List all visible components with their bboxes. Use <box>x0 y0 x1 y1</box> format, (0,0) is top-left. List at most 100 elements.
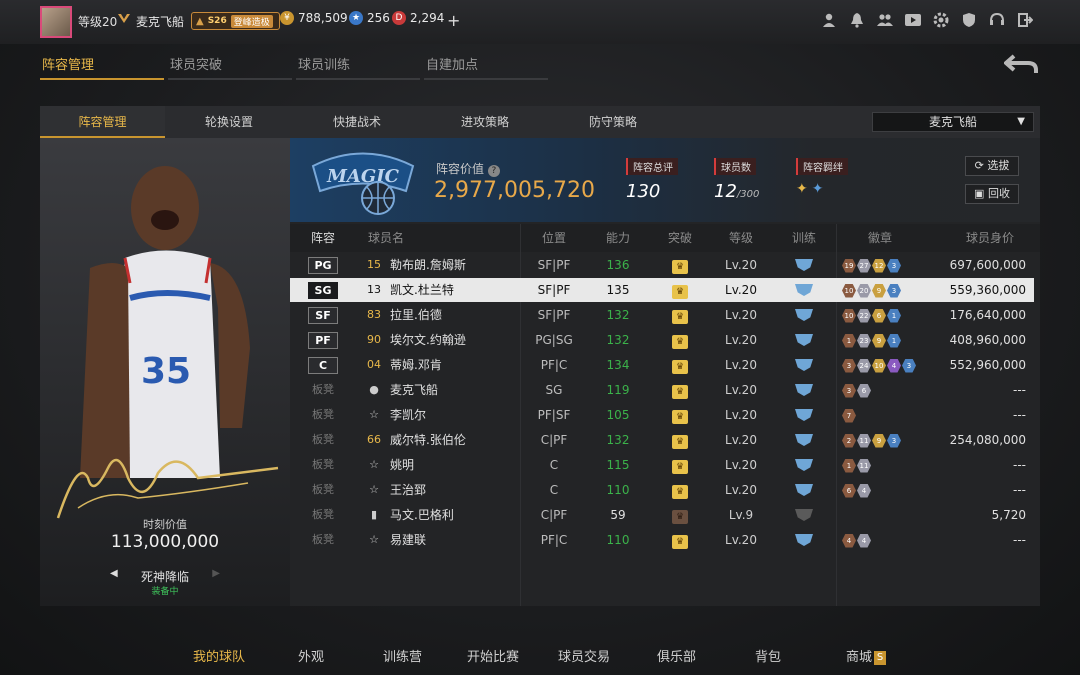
breakthrough-cell[interactable]: ♛ <box>652 253 708 277</box>
player-value: 559,360,000 <box>949 283 1026 297</box>
avatar[interactable] <box>40 6 72 38</box>
shield-icon[interactable] <box>960 12 978 30</box>
breakthrough-cell[interactable]: ♛ <box>652 528 708 552</box>
bond-icons[interactable]: ✦ ✦ <box>796 181 848 197</box>
badges-cell[interactable]: 44 <box>842 528 924 552</box>
bond-stat: 阵容羁绊 ✦ ✦ <box>796 158 848 197</box>
training-cell[interactable] <box>780 453 828 477</box>
tab-lineup[interactable]: 阵容管理 <box>40 54 164 80</box>
training-cell[interactable] <box>780 478 828 502</box>
breakthrough-cell[interactable]: ♛ <box>652 453 708 477</box>
table-row[interactable]: 板凳 66 威尔特.张伯伦 C|PF 132 ♛ Lv.20 2 11 9 3 254,080,000 <box>290 428 1034 452</box>
prev-skill-arrow-icon[interactable]: ◀ <box>110 568 118 579</box>
badges-cell[interactable]: 2 11 9 3 <box>842 428 924 452</box>
subtab-lineup[interactable]: 阵容管理 <box>40 106 165 138</box>
breakthrough-cell[interactable]: ♛ <box>652 478 708 502</box>
subtab-quick-tactics[interactable]: 快捷战术 <box>293 106 421 138</box>
breakthrough-cell[interactable]: ♛ <box>652 278 708 302</box>
badges-cell[interactable]: 36 <box>842 378 924 402</box>
player-ability: 115 <box>606 458 630 472</box>
table-row[interactable]: SF 83 拉里.伯德 SF|PF 132 ♛ Lv.20 10 22 6 1 176,640,000 <box>290 303 1034 327</box>
select-button[interactable]: ⟳ 选拔 <box>965 156 1019 176</box>
training-cell[interactable] <box>780 528 828 552</box>
add-currency-button[interactable]: + <box>447 11 460 30</box>
training-cell[interactable] <box>780 428 828 452</box>
bell-icon[interactable] <box>848 12 866 30</box>
player-level: Lv.20 <box>725 533 757 547</box>
recycle-button[interactable]: ▣ 回收 <box>965 184 1019 204</box>
training-cell[interactable] <box>780 378 828 402</box>
skill-selector[interactable]: ◀ 死神降临 ▶ <box>110 568 220 585</box>
training-cell[interactable] <box>780 503 828 527</box>
exit-icon[interactable] <box>1016 12 1034 30</box>
badges-cell[interactable]: 64 <box>842 478 924 502</box>
gear-icon[interactable] <box>932 12 950 30</box>
team-dropdown[interactable]: 麦克飞船 ▼ <box>872 112 1034 132</box>
breakthrough-cell[interactable]: ♛ <box>652 428 708 452</box>
tab-custom-points[interactable]: 自建加点 <box>424 54 548 80</box>
badges-cell[interactable]: 10 20 9 3 <box>842 278 924 302</box>
next-skill-arrow-icon[interactable]: ▶ <box>212 568 220 579</box>
training-cell[interactable] <box>780 303 828 327</box>
rank-badge-icon: ▮ <box>370 508 378 521</box>
breakthrough-cell[interactable]: ♛ <box>652 353 708 377</box>
badge-hex-icon: 22 <box>857 308 871 323</box>
breakthrough-cell[interactable]: ♛ <box>652 303 708 327</box>
table-row[interactable]: 板凳 ☆ 王治郅 C 110 ♛ Lv.20 6 4 --- <box>290 478 1034 502</box>
badges-cell[interactable]: 7 <box>842 403 924 427</box>
headset-icon[interactable] <box>988 12 1006 30</box>
season-badge[interactable]: ▲ S26 登峰造极 <box>191 12 280 30</box>
table-row[interactable]: SG 13 凯文.杜兰特 SF|PF 135 ♛ Lv.20 10 20 9 3 559,360,00… <box>290 278 1034 302</box>
table-row[interactable]: PF 90 埃尔文.约翰逊 PG|SG 132 ♛ Lv.20 1 23 9 1 408,960,00… <box>290 328 1034 352</box>
nav-backpack[interactable]: 背包 <box>755 646 781 665</box>
training-cell[interactable] <box>780 253 828 277</box>
table-row[interactable]: 板凳 ☆ 易建联 PF|C 110 ♛ Lv.20 4 4 --- <box>290 528 1034 552</box>
video-icon[interactable] <box>904 12 922 30</box>
lineup-slot: 板凳 <box>312 458 334 471</box>
back-arrow-icon[interactable] <box>1002 52 1038 82</box>
nav-trade[interactable]: 球员交易 <box>558 646 610 665</box>
badges-cell[interactable]: 19 27 12 3 <box>842 253 924 277</box>
skill-name: 死神降临 <box>140 570 189 584</box>
training-cell[interactable] <box>780 328 828 352</box>
badges-cell[interactable]: 1 23 9 1 <box>842 328 924 352</box>
breakthrough-cell[interactable]: ♛ <box>652 503 708 527</box>
breakthrough-cell[interactable]: ♛ <box>652 328 708 352</box>
nav-shop[interactable]: 商城 S <box>846 646 887 665</box>
tab-breakthrough[interactable]: 球员突破 <box>168 54 292 80</box>
badges-cell[interactable] <box>842 503 924 527</box>
nav-my-team[interactable]: 我的球队 <box>193 646 245 665</box>
breakthrough-cell[interactable]: ♛ <box>652 378 708 402</box>
friends-icon[interactable] <box>876 12 894 30</box>
table-row[interactable]: PG 15 勒布朗.詹姆斯 SF|PF 136 ♛ Lv.20 19 27 12 3 697,600,… <box>290 253 1034 277</box>
breakthrough-cell[interactable]: ♛ <box>652 403 708 427</box>
badges-cell[interactable]: 10 22 6 1 <box>842 303 924 327</box>
tab-training[interactable]: 球员训练 <box>296 54 420 80</box>
bond-blue-icon[interactable]: ✦ <box>812 181 824 197</box>
player-name: 麦克飞船 <box>390 383 439 397</box>
table-row[interactable]: 板凳 ▮ 马文.巴格利 C|PF 59 ♛ Lv.9 5,720 <box>290 503 1034 527</box>
player-ability: 135 <box>606 283 630 297</box>
table-row[interactable]: 板凳 ☆ 姚明 C 115 ♛ Lv.20 1 11 --- <box>290 453 1034 477</box>
bond-gold-icon[interactable]: ✦ <box>796 181 808 197</box>
nav-club[interactable]: 俱乐部 <box>657 646 696 665</box>
table-row[interactable]: 板凳 ☆ 李凯尔 PF|SF 105 ♛ Lv.20 7 --- <box>290 403 1034 427</box>
training-cell[interactable] <box>780 353 828 377</box>
training-cell[interactable] <box>780 278 828 302</box>
help-icon[interactable]: ? <box>487 165 500 177</box>
training-cell[interactable] <box>780 403 828 427</box>
table-row[interactable]: 板凳 ● 麦克飞船 SG 119 ♛ Lv.20 3 6 --- <box>290 378 1034 402</box>
badges-cell[interactable]: 3 24 10 4 3 <box>842 353 924 377</box>
nav-training-camp[interactable]: 训练营 <box>383 646 422 665</box>
subtab-offense[interactable]: 进攻策略 <box>421 106 549 138</box>
nav-start-game[interactable]: 开始比赛 <box>467 646 519 665</box>
badge-hex-icon: 1 <box>887 308 901 323</box>
table-row[interactable]: C 04 蒂姆.邓肯 PF|C 134 ♛ Lv.20 3 24 10 4 3 552,960,000 <box>290 353 1034 377</box>
subtab-defense[interactable]: 防守策略 <box>549 106 677 138</box>
subtab-rotation[interactable]: 轮换设置 <box>165 106 293 138</box>
player-card[interactable]: 35 时刻价值 113,000,000 ◀ 死神降临 ▶ 装备中 <box>40 138 290 606</box>
profile-icon[interactable] <box>820 12 838 30</box>
nav-appearance[interactable]: 外观 <box>298 646 324 665</box>
overall-value: 130 <box>626 181 661 202</box>
badges-cell[interactable]: 1 11 <box>842 453 924 477</box>
